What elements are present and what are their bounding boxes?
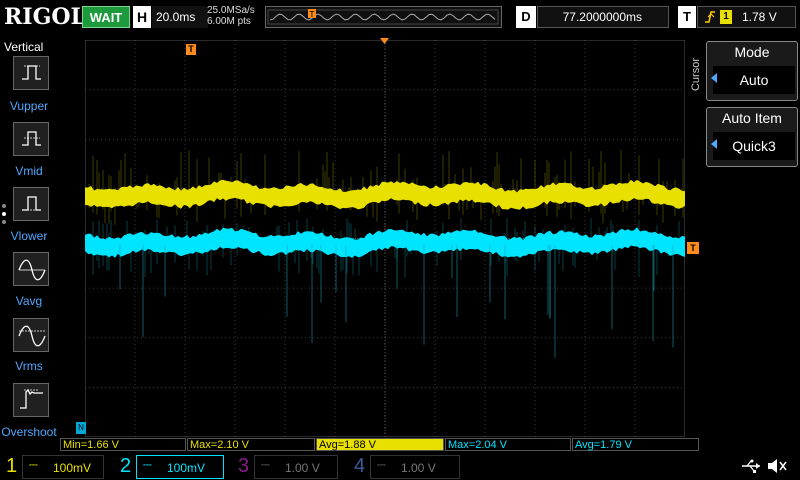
measurement-item[interactable]: Min=1.66 V [60, 438, 186, 451]
panel-title: Vertical [4, 40, 44, 54]
waveform-overview-icon: T [267, 9, 499, 25]
overshoot-button[interactable] [13, 383, 49, 417]
vupper-label: Vupper [9, 99, 49, 113]
delay-label: D [516, 6, 536, 28]
vmid-icon [22, 131, 41, 146]
channel-4-number[interactable]: 4 [354, 453, 365, 479]
page-dot [2, 204, 6, 208]
auto-item-menu[interactable]: Auto Item Quick3 [706, 107, 798, 167]
vavg-button[interactable] [13, 252, 49, 286]
channel-3-number[interactable]: 3 [238, 453, 249, 479]
channel-scale: 100mV [53, 461, 92, 475]
sample-rate: 25.0MSa/s [207, 5, 255, 16]
vlower-button[interactable] [13, 187, 49, 221]
vrms-label: Vrms [15, 359, 43, 373]
center-marker-icon [380, 38, 389, 44]
page-dot [2, 220, 6, 224]
channel-scale: 100mV [167, 461, 206, 475]
vavg-label: Vavg [15, 294, 43, 308]
memory-position-bar[interactable]: T [265, 6, 502, 28]
dc-coupling-icon: ⎓ [29, 459, 38, 471]
channel-2-scale-box[interactable]: ⎓ 100mV [136, 455, 224, 479]
overshoot-icon [20, 388, 43, 409]
menu-value: Quick3 [713, 132, 795, 160]
channel-1-number[interactable]: 1 [6, 453, 17, 479]
measurement-item[interactable]: Max=2.04 V [445, 438, 571, 451]
timebase-label: H [133, 6, 151, 28]
overshoot-label: Overshoot [1, 425, 57, 439]
waveform-display[interactable] [85, 40, 685, 437]
vertical-measure-panel: Vertical Vupper Vmid Vlower Vavg Vrms Ov… [0, 38, 58, 439]
measurement-item[interactable]: Avg=1.88 V [316, 438, 444, 451]
usb-icon [742, 459, 760, 473]
vlower-icon [22, 196, 41, 211]
vavg-icon [18, 259, 46, 281]
trigger-position-marker[interactable]: T [186, 44, 196, 55]
vlower-label: Vlower [10, 229, 48, 243]
vupper-button[interactable] [13, 56, 49, 90]
rigol-logo: RIGOL [4, 4, 86, 30]
measurement-item[interactable]: Max=2.10 V [187, 438, 315, 451]
menu-title: Mode [734, 44, 770, 60]
speaker-muted-icon[interactable] [766, 457, 788, 475]
trigger-level-value: 1.78 V [742, 10, 777, 24]
vmid-label: Vmid [15, 164, 43, 178]
channel-offset-marker[interactable]: N [76, 422, 86, 434]
rising-edge-icon [705, 11, 715, 23]
menu-arrow-icon [711, 73, 717, 83]
cursor-section-label: Cursor [690, 58, 702, 92]
measurement-bar: Min=1.66 V Max=2.10 V Avg=1.88 V Max=2.0… [60, 438, 700, 452]
trigger-settings[interactable]: 1 1.78 V [697, 6, 796, 28]
channel-4-scale-box[interactable]: ⎓ 1.00 V [370, 455, 460, 479]
vupper-icon [22, 65, 41, 80]
vmid-button[interactable] [13, 122, 49, 156]
cursor-mode-menu[interactable]: Mode Auto [706, 41, 798, 101]
dc-coupling-icon: ⎓ [377, 459, 386, 471]
channel-scale: 1.00 V [401, 461, 436, 475]
run-status-badge[interactable]: WAIT [82, 6, 130, 28]
delay-value[interactable]: 77.2000000ms [537, 6, 669, 28]
channel-bar: 1 ⎓ 100mV 2 ⎓ 100mV 3 ⎓ 1.00 V 4 ⎓ 1.00 … [0, 453, 800, 480]
vrms-button[interactable] [13, 318, 49, 352]
dc-coupling-icon: ⎓ [143, 459, 152, 471]
acquisition-info: 25.0MSa/s 6.00M pts [207, 5, 263, 27]
page-dot-active [2, 212, 6, 216]
channel-2-number[interactable]: 2 [120, 453, 131, 479]
channel-1-scale-box[interactable]: ⎓ 100mV [22, 455, 104, 479]
channel-3-scale-box[interactable]: ⎓ 1.00 V [254, 455, 338, 479]
menu-value: Auto [713, 66, 795, 94]
measurement-item[interactable]: Avg=1.79 V [572, 438, 699, 451]
vrms-icon [18, 325, 46, 347]
memory-depth: 6.00M pts [207, 16, 251, 27]
menu-arrow-icon [711, 139, 717, 149]
trigger-source-badge: 1 [720, 10, 732, 24]
trigger-label: T [678, 6, 696, 28]
overview-trigger-marker: T [309, 10, 315, 19]
dc-coupling-icon: ⎓ [261, 459, 270, 471]
menu-title: Auto Item [722, 110, 782, 126]
timebase-value[interactable]: 20.0ms [152, 6, 208, 28]
channel-scale: 1.00 V [285, 461, 320, 475]
